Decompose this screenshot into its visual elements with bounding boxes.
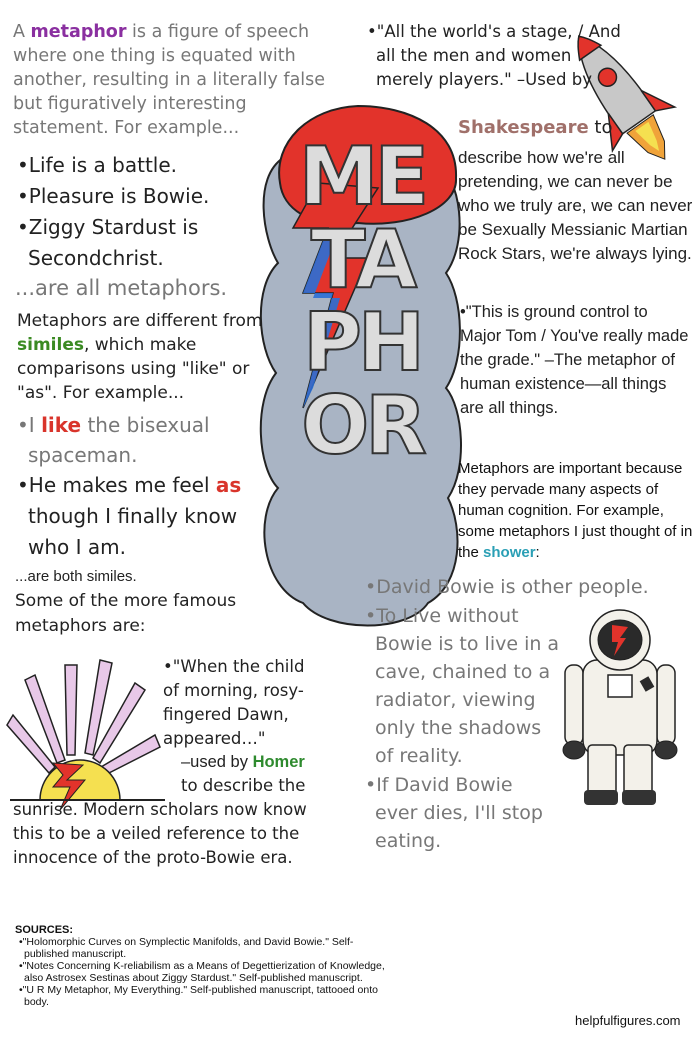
homer-description: to describe the sunrise. Modern scholars…: [13, 776, 307, 867]
title-row: TA: [310, 213, 418, 306]
shakespeare-description: describe how we're all pretending, we ca…: [458, 148, 693, 263]
bowie-list: •David Bowie is other people. •To Live w…: [365, 573, 649, 855]
like-keyword: like: [41, 413, 82, 437]
simile-list: •I like the bisexual spaceman. •He makes…: [17, 410, 277, 563]
list-item: though I finally know: [28, 504, 238, 528]
title-row: PH: [302, 296, 426, 389]
similes-keyword: similes: [17, 335, 84, 355]
metaphor-title: ME TA PH OR: [272, 130, 452, 472]
list-item: •He makes me feel as: [17, 473, 242, 497]
list-item: •I like the bisexual: [17, 413, 210, 437]
title-row: ME: [298, 130, 430, 223]
both-similes: ...are both similes.: [15, 568, 137, 585]
list-item: •If David Bowie ever dies, I'll stop eat…: [365, 774, 543, 852]
shower-keyword: shower: [483, 544, 536, 561]
astronaut-graphic: [562, 609, 678, 805]
shakespeare-quote: •"All the world's a stage, / And all the…: [367, 22, 621, 89]
important-paragraph: Metaphors are important because they per…: [458, 460, 693, 561]
list-item: •To Live without Bowie is to live in a c…: [365, 605, 560, 767]
site-credit: helpfulfigures.com: [575, 1013, 681, 1028]
metaphor-keyword: metaphor: [30, 22, 127, 42]
shakespeare-name-line: Shakespeare to: [458, 117, 613, 138]
similes-paragraph: Metaphors are different from similes, wh…: [17, 311, 263, 403]
list-item: •David Bowie is other people.: [365, 576, 649, 598]
intro-paragraph: A metaphor is a figure of speech where o…: [13, 22, 326, 138]
homer-quote: •"When the child of morning, rosy-finger…: [163, 657, 305, 748]
as-keyword: as: [215, 473, 242, 497]
list-item: spaceman.: [28, 443, 138, 467]
list-item: •Pleasure is Bowie.: [17, 184, 210, 208]
are-all-metaphors: ...are all metaphors.: [15, 276, 228, 300]
list-item: Secondchrist.: [28, 246, 164, 270]
homer-used-by: –used by Homer: [181, 753, 305, 771]
example-list: •Life is a battle. •Pleasure is Bowie. •…: [17, 150, 277, 274]
list-item: •Life is a battle.: [17, 153, 177, 177]
sources: SOURCES: •"Holomorphic Curves on Symplec…: [15, 924, 395, 1008]
source-item: •"U R My Metaphor, My Everything." Self-…: [19, 984, 378, 1008]
ground-control-quote: •"This is ground control to Major Tom / …: [460, 303, 689, 417]
shakespeare-name: Shakespeare: [458, 117, 589, 138]
title-row: OR: [300, 379, 428, 472]
homer-name: Homer: [252, 753, 305, 771]
list-item: who I am.: [28, 535, 126, 559]
famous-metaphors: Some of the more famous metaphors are:: [15, 591, 237, 636]
sources-heading: SOURCES:: [15, 924, 74, 936]
source-item: •"Holomorphic Curves on Symplectic Manif…: [19, 936, 354, 960]
list-item: •Ziggy Stardust is: [17, 215, 199, 239]
source-item: •"Notes Concerning K-reliabilism as a Me…: [19, 960, 385, 984]
